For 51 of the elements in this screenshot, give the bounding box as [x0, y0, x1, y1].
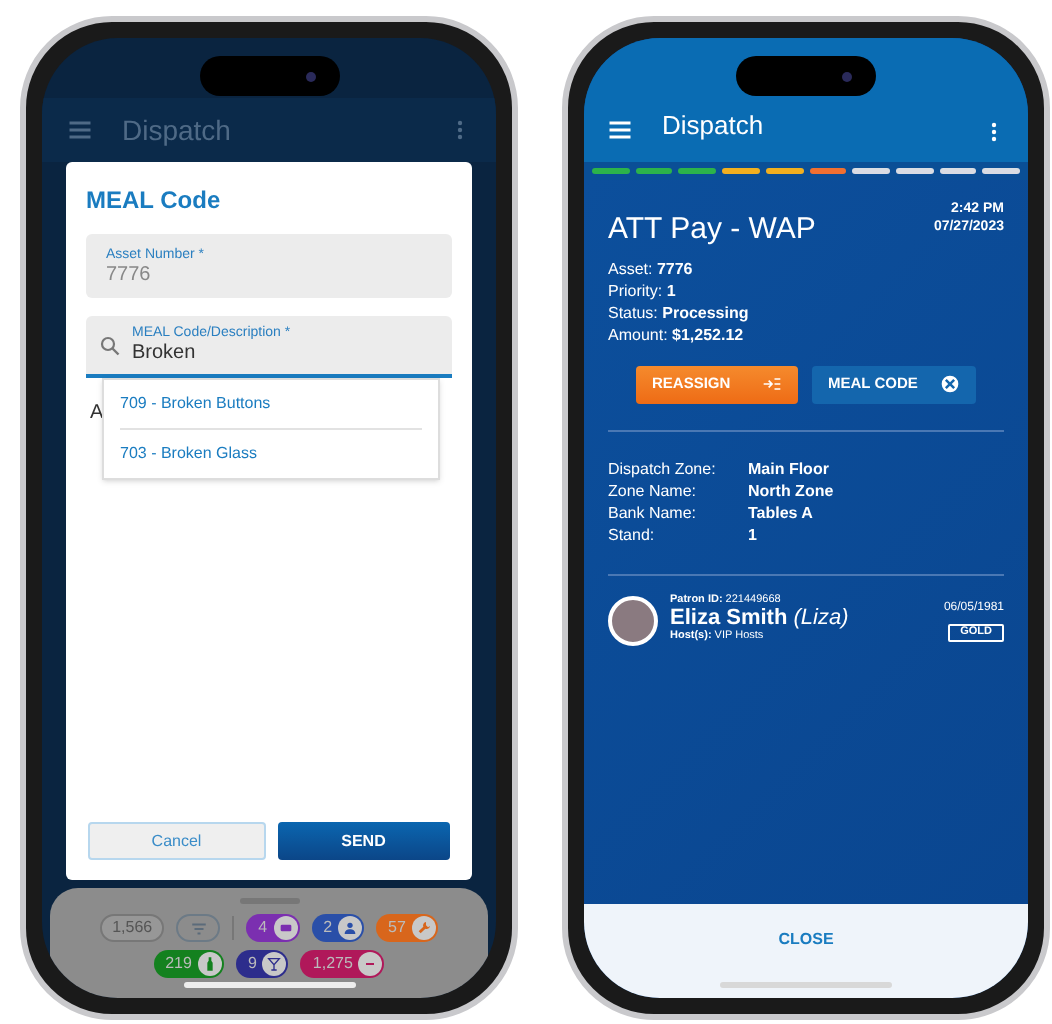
person-icon — [342, 920, 359, 936]
detail-line: Priority: 1 — [608, 279, 678, 301]
filter-button[interactable] — [176, 914, 221, 942]
chip-count: 57 — [388, 916, 406, 940]
close-button[interactable]: CLOSE — [766, 924, 846, 956]
app-bar-title: Dispatch — [662, 107, 764, 144]
reassign-icon — [762, 374, 782, 394]
location-label: Bank Name: — [608, 501, 699, 523]
location-value: Main Floor — [748, 457, 831, 479]
menu-icon[interactable] — [66, 116, 94, 144]
send-button[interactable]: SEND — [277, 822, 450, 860]
card-title: ATT Pay - WAP — [608, 210, 816, 250]
count-chip[interactable]: 219 — [153, 950, 224, 978]
ticket-icon — [277, 920, 294, 936]
field-value: 7776 — [106, 265, 153, 285]
chip-count: 219 — [165, 952, 192, 976]
count-chip[interactable]: 1,275 — [300, 950, 385, 978]
detail-line: Asset: 7776 — [608, 257, 695, 279]
menu-icon[interactable] — [606, 116, 634, 144]
dropdown-option[interactable]: 703 - Broken Glass — [120, 430, 422, 478]
dialog-title: MEAL Code — [86, 184, 223, 218]
location-value: North Zone — [748, 479, 836, 501]
location-label: Zone Name: — [608, 479, 699, 501]
bottle-icon — [201, 956, 218, 972]
avatar — [608, 595, 658, 645]
patron-name: Eliza Smith (Liza) — [670, 608, 849, 630]
chip-count: 9 — [247, 952, 257, 976]
location-value: 1 — [748, 523, 759, 545]
count-chip[interactable]: 4 — [246, 914, 300, 942]
search-icon — [98, 333, 122, 357]
detail-line: Status: Processing — [608, 301, 751, 323]
wrench-icon — [415, 920, 432, 936]
filter-icon — [189, 919, 208, 937]
location-label: Dispatch Zone: — [608, 457, 718, 479]
location-label: Stand: — [608, 523, 657, 545]
chip-count: 4 — [258, 916, 268, 940]
covered-label: A — [90, 400, 104, 428]
dropdown-option[interactable]: 709 - Broken Buttons — [120, 380, 422, 430]
location-value: Tables A — [748, 501, 815, 523]
cancel-button[interactable]: Cancel — [88, 822, 265, 860]
chip-count: 2 — [323, 916, 333, 940]
field-value: Broken — [132, 344, 198, 364]
camera-icon — [305, 71, 315, 81]
count-chip[interactable]: 1,566 — [100, 914, 165, 942]
camera-icon — [842, 71, 852, 81]
detail-line: Amount: $1,252.12 — [608, 323, 746, 345]
cocktail-icon — [266, 956, 283, 972]
chip-count: 1,275 — [312, 952, 353, 976]
app-bar-title: Dispatch — [122, 111, 231, 150]
count-chip[interactable]: 9 — [235, 950, 289, 978]
count-chip[interactable]: 2 — [311, 914, 365, 942]
